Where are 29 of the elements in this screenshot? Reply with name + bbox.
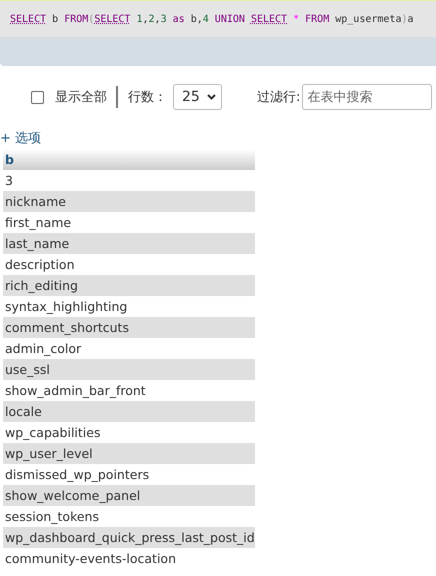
table-cell-text: 3 bbox=[4, 172, 14, 190]
table-cell: comment_shortcuts bbox=[3, 317, 255, 338]
table-cell: wp_user_level bbox=[3, 443, 255, 464]
table-cell-text: show_admin_bar_front bbox=[4, 382, 147, 400]
table-cell-text: description bbox=[4, 256, 76, 274]
table-cell-text: first_name bbox=[4, 214, 72, 232]
show-all-label: 显示全部 bbox=[55, 89, 107, 106]
table-cell-text: session_tokens bbox=[4, 508, 100, 526]
rows-label: 行数： bbox=[128, 89, 167, 106]
table-cell-text: wp_capabilities bbox=[4, 424, 102, 442]
filter-label: 过滤行: bbox=[257, 89, 300, 106]
show-all-checkbox[interactable] bbox=[31, 90, 44, 104]
filter-search-field[interactable]: 在表中搜索 bbox=[302, 84, 432, 110]
table-cell: wp_dashboard_quick_press_last_post_id bbox=[3, 527, 255, 548]
table-cell-text: dismissed_wp_pointers bbox=[4, 466, 150, 484]
table-cell: show_welcome_panel bbox=[3, 485, 255, 506]
table-cell: use_ssl bbox=[3, 359, 255, 380]
options-link[interactable]: + 选项 bbox=[0, 128, 42, 149]
rows-per-page-select[interactable]: 25 bbox=[173, 84, 222, 110]
table-cell-text: admin_color bbox=[4, 340, 82, 358]
table-cell: locale bbox=[3, 401, 255, 422]
sql-query: SELECT b FROM(SELECT 1,2,3 as b,4 UNION SELECT * FROM wp_usermeta)a bbox=[10, 14, 414, 24]
column-header[interactable]: b bbox=[3, 149, 255, 170]
table-cell: last_name bbox=[3, 233, 255, 254]
table-cell: nickname bbox=[3, 191, 255, 212]
table-cell-text: syntax_highlighting bbox=[4, 298, 128, 316]
caret-icon bbox=[207, 94, 216, 100]
table-cell-text: community-events-location bbox=[4, 550, 178, 568]
table-cell: rich_editing bbox=[3, 275, 255, 296]
